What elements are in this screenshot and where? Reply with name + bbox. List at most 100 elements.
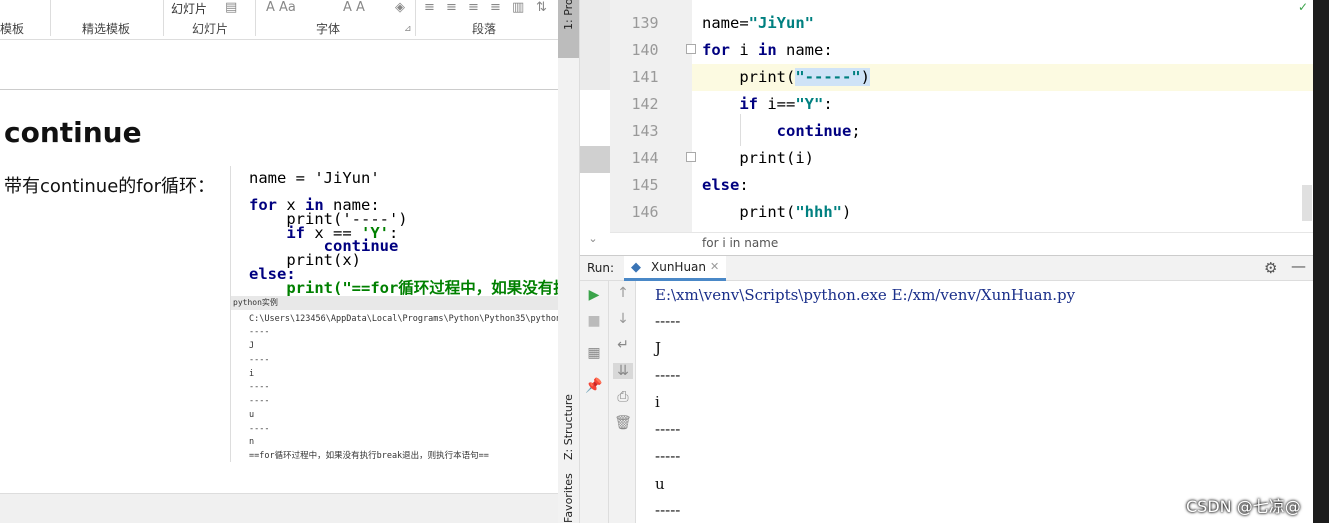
fold-icon[interactable] (686, 152, 696, 162)
layout-icon[interactable]: ▤ (225, 0, 237, 15)
ribbon-separator (163, 0, 164, 36)
slide-paragraph: 带有continue的for循环： (4, 176, 216, 197)
console-line: J (655, 339, 662, 357)
console-line: i (655, 393, 660, 411)
tool-window-strip: 1: Project Z: Structure Favorites (558, 0, 580, 523)
console-line: E:\xm\venv\Scripts\python.exe E:/xm/venv… (655, 286, 1076, 304)
scroll-to-end-icon[interactable]: ⇊ (613, 363, 633, 379)
console-line: ----- (655, 420, 681, 438)
text-direction-icon[interactable]: ⇅ (536, 0, 547, 15)
line-number: 142 (631, 95, 659, 113)
ribbon-group-paragraph: 段落 (472, 22, 497, 36)
presentation-window: 模板 精选模板 幻灯片 ▤ 幻灯片 A Aa A A ◈ 字体 ⊿ ≡ ≡ ≡ … (0, 0, 558, 523)
editor-left-gutter (580, 0, 610, 90)
slide-heading: continue (4, 116, 142, 149)
snippet-output-line: ---- (249, 396, 270, 406)
snippet-output-title: python实例 (231, 296, 558, 310)
run-label: Run: (587, 261, 615, 275)
inspection-ok-icon[interactable]: ✓ (1293, 0, 1313, 14)
code-line-143: continue; (702, 122, 861, 140)
scroll-up-icon[interactable]: ↑ (613, 285, 633, 301)
code-line-144: print(i) (702, 149, 814, 167)
layout-icon[interactable]: ▦ (584, 345, 604, 361)
editor-scrollbar[interactable] (1302, 185, 1312, 221)
ribbon-separator (255, 0, 256, 36)
line-number: 144 (631, 149, 659, 167)
tool-divider (608, 281, 609, 523)
line-number: 139 (631, 14, 659, 32)
snippet-output-line: C:\Users\123456\AppData\Local\Programs\P… (249, 314, 558, 324)
eraser-icon[interactable]: ◈ (395, 0, 405, 15)
ribbon: 模板 精选模板 幻灯片 ▤ 幻灯片 A Aa A A ◈ 字体 ⊿ ≡ ≡ ≡ … (0, 0, 558, 40)
favorites-tab[interactable]: Favorites (562, 473, 575, 523)
line-number: 146 (631, 203, 659, 221)
code-line-141: print("-----") (702, 68, 870, 86)
snippet-output-line: ---- (249, 424, 270, 434)
editor-left-gutter-marker (580, 146, 610, 173)
rerun-icon[interactable]: ▶ (584, 287, 604, 303)
dialog-launcher-icon[interactable]: ⊿ (404, 24, 412, 34)
console-line: ----- (655, 447, 681, 465)
run-tool-column: ▶ ■ ▦ 📌 ↑ ↓ ↵ ⇊ ⎙ 🗑 (580, 281, 636, 523)
ribbon-divider (0, 39, 558, 40)
minimize-icon[interactable]: — (1291, 257, 1306, 275)
ribbon-separator (50, 0, 51, 36)
console-line: ----- (655, 312, 681, 330)
code-line-142: if i=="Y": (702, 95, 833, 113)
snippet-output-line: ==for循环过程中，如果没有执行break退出，则执行本语句== (249, 451, 489, 461)
trash-icon[interactable]: 🗑 (613, 415, 633, 431)
code-line-146: print("hhh") (702, 203, 852, 221)
snippet-output-line: ---- (249, 355, 270, 365)
expand-icon[interactable]: ⌄ (583, 232, 603, 245)
project-tab[interactable]: 1: Project (562, 0, 575, 30)
slide-divider (0, 89, 558, 90)
snippet-output-line: ---- (249, 327, 270, 337)
columns-icon[interactable]: ▥ (512, 0, 524, 15)
watermark: CSDN @七凉@ (1186, 497, 1301, 516)
ribbon-group-templates[interactable]: 模板 (0, 20, 24, 37)
close-icon[interactable]: ✕ (710, 260, 719, 273)
scroll-down-icon[interactable]: ↓ (613, 311, 633, 327)
line-number: 143 (631, 122, 659, 140)
align-left-icon[interactable]: ≡ (424, 0, 435, 15)
code-line-139: name="JiYun" (702, 14, 814, 32)
structure-tab[interactable]: Z: Structure (562, 394, 575, 460)
snippet-output-gutter (231, 313, 241, 461)
ribbon-separator (415, 0, 416, 36)
run-console[interactable]: E:\xm\venv\Scripts\python.exe E:/xm/venv… (637, 281, 1313, 523)
run-tab[interactable]: ◆ XunHuan ✕ (624, 256, 726, 281)
stop-icon[interactable]: ■ (584, 313, 604, 329)
pin-icon[interactable]: 📌 (584, 378, 604, 394)
desktop-background (1313, 0, 1329, 523)
fold-icon[interactable] (686, 44, 696, 54)
console-line: ----- (655, 366, 681, 384)
line-number-gutter: 139 140 141 142 143 144 145 146 (610, 0, 696, 232)
code-line-145: else: (702, 176, 749, 194)
snippet-output-line: n (249, 437, 255, 447)
slides-button[interactable]: 幻灯片 (171, 0, 207, 17)
run-tab-label: XunHuan (651, 260, 707, 274)
soft-wrap-icon[interactable]: ↵ (613, 337, 633, 353)
line-number: 141 (631, 68, 659, 86)
code-screenshot-image: name = 'JiYun' for x in name: print('---… (230, 166, 558, 462)
font-grow-tools[interactable]: A Aa (266, 0, 296, 15)
font-size-tools[interactable]: A A (343, 0, 365, 15)
line-number: 140 (631, 41, 659, 59)
align-right-icon[interactable]: ≡ (468, 0, 479, 15)
snippet-output-line: u (249, 410, 255, 420)
snippet-code-line: name = 'JiYun' (249, 169, 380, 187)
snippet-output-line: J (249, 341, 255, 351)
line-number: 145 (631, 176, 659, 194)
ribbon-group-featured-templates[interactable]: 精选模板 (82, 20, 130, 37)
breadcrumb-item[interactable]: for i in name (702, 236, 778, 250)
print-icon[interactable]: ⎙ (613, 389, 633, 405)
run-toolbar: Run: ◆ XunHuan ✕ ⚙ — (580, 255, 1313, 281)
ribbon-group-slides: 幻灯片 (192, 22, 229, 36)
align-center-icon[interactable]: ≡ (446, 0, 457, 15)
breadcrumb: for i in name (610, 232, 1313, 254)
console-line: u (655, 475, 665, 493)
code-line-140: for i in name: (702, 41, 833, 59)
justify-icon[interactable]: ≡ (490, 0, 501, 15)
gear-icon[interactable]: ⚙ (1264, 259, 1277, 277)
snippet-code-line: print("==for循环过程中，如果没有执行break退出，则执行本语句 (286, 279, 558, 297)
